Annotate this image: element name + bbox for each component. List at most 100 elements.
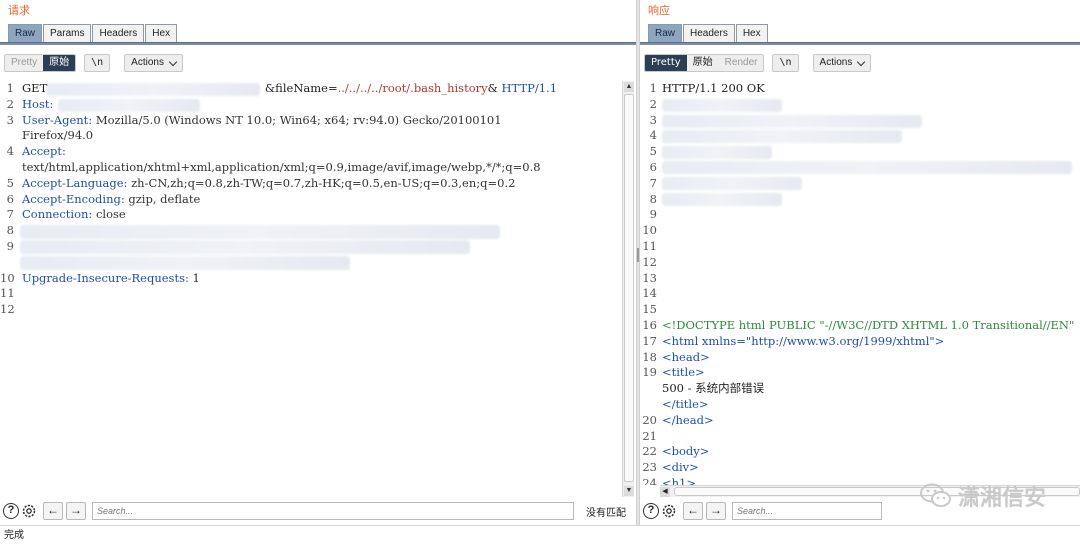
request-tab-headers[interactable]: Headers	[92, 24, 145, 43]
code-line: 5 Accept-Language: zh-CN,zh;q=0.8,zh-TW;q…	[0, 176, 622, 192]
code-token: Mozilla/5.0 (Windows NT 10.0; Win64; x64…	[92, 112, 502, 127]
burp-repeater-window: 请求 Raw Params Headers Hex Pretty 原始 \n A…	[0, 0, 1080, 545]
code-line: 1 HTTP/1.1 200 OK	[640, 81, 1080, 97]
code-text: GET &fileName=../../../../root/.bash_his…	[22, 81, 557, 97]
code-line: 11	[0, 286, 622, 302]
code-line: 6 Accept-Encoding: gzip, deflate	[0, 192, 622, 208]
code-text: <body>	[662, 444, 709, 460]
request-title: 请求	[8, 4, 30, 17]
help-icon[interactable]: ?	[3, 503, 19, 519]
code-token: GET	[22, 81, 51, 95]
code-token: &fileName=	[264, 81, 338, 95]
code-token: gzip, deflate	[124, 191, 201, 206]
code-line: 500 - 系统内部错误	[640, 381, 1080, 397]
code-text: <title>	[662, 365, 705, 381]
code-token: <h1>	[662, 475, 696, 485]
scroll-up-icon[interactable]: ▲	[624, 82, 634, 92]
gear-icon[interactable]	[21, 503, 37, 519]
scroll-left-icon[interactable]: ◀	[660, 487, 670, 497]
line-number: 1	[6, 81, 14, 95]
code-line: 10	[640, 223, 1080, 239]
code-line: 22 <body>	[640, 444, 1080, 460]
code-token: xmlns=	[701, 333, 746, 348]
code-token: >	[934, 333, 945, 348]
code-token: HTTP/1.1	[501, 81, 558, 95]
code-line: 2	[640, 97, 1080, 113]
line-number: 18	[642, 349, 657, 364]
code-line: </title>	[640, 397, 1080, 413]
code-line: Firefox/94.0	[0, 128, 622, 144]
code-line: 3 User-Agent: Mozilla/5.0 (Windows NT 10.…	[0, 113, 622, 129]
response-pretty-button[interactable]: Pretty	[645, 55, 687, 71]
request-tab-hex[interactable]: Hex	[145, 24, 178, 43]
line-number: 3	[649, 112, 657, 127]
code-line: 4	[640, 128, 1080, 144]
request-editor[interactable]: 1 GET &fileName=../../../../root/.bash_hi…	[0, 81, 622, 497]
code-token: "http://www.w3.org/1999/xhtml"	[745, 333, 935, 348]
line-number: 14	[642, 286, 657, 301]
line-number: 7	[649, 175, 657, 190]
response-tab-headers[interactable]: Headers	[683, 24, 735, 43]
code-text: text/html,application/xhtml+xml,applicat…	[22, 160, 541, 176]
line-number: 10	[0, 270, 15, 285]
code-line: 6	[640, 160, 1080, 176]
response-render-button[interactable]: Render	[718, 55, 764, 71]
request-scroll-thumb[interactable]	[624, 94, 634, 482]
request-raw-button[interactable]: 原始	[43, 55, 76, 71]
response-view-toggle: Pretty 原始 Render	[644, 54, 765, 72]
line-number: 5	[649, 144, 657, 159]
next-match-button[interactable]: →	[706, 502, 726, 520]
code-line: 9	[0, 239, 622, 255]
code-line: 9	[640, 207, 1080, 223]
gear-icon[interactable]	[661, 503, 677, 519]
code-token: Accept-Encoding:	[22, 191, 125, 206]
response-tab-hex[interactable]: Hex	[735, 24, 768, 43]
line-number: 6	[6, 191, 14, 206]
response-search-input[interactable]	[732, 502, 882, 520]
code-text: Upgrade-Insecure-Requests: 1	[22, 271, 200, 287]
splitter-grip-icon[interactable]	[637, 248, 639, 262]
code-line: 2 Host:	[0, 97, 622, 113]
code-token: </title>	[662, 396, 709, 411]
code-text: </head>	[662, 413, 714, 429]
chevron-down-icon	[857, 57, 866, 66]
scroll-down-icon[interactable]: ▼	[624, 486, 634, 496]
code-line: 15	[640, 302, 1080, 318]
request-tab-raw[interactable]: Raw	[8, 24, 43, 43]
request-view-toggle: Pretty 原始	[4, 54, 77, 72]
response-actions-button[interactable]: Actions	[812, 54, 872, 72]
line-number: 17	[642, 333, 657, 348]
response-title: 响应	[648, 4, 670, 17]
request-actions-button[interactable]: Actions	[124, 54, 183, 72]
help-icon[interactable]: ?	[643, 503, 659, 519]
request-search-input[interactable]	[92, 502, 574, 520]
previous-match-button[interactable]: ←	[683, 502, 703, 520]
request-newline-button[interactable]: \n	[84, 54, 111, 72]
code-line: 4 Accept:	[0, 144, 622, 160]
code-token: </head>	[662, 412, 714, 427]
code-token: 500 - 系统内部错误	[662, 381, 765, 396]
code-text: Accept-Encoding: gzip, deflate	[22, 192, 200, 208]
response-raw-button[interactable]: 原始	[686, 55, 719, 71]
response-toolbar: Pretty 原始 Render \n Actions	[644, 54, 872, 72]
line-number: 3	[6, 112, 14, 127]
code-line: 17 <html xmlns="http://www.w3.org/1999/xh…	[640, 334, 1080, 350]
request-vertical-scrollbar[interactable]: ▲ ▼	[622, 81, 634, 497]
line-number: 4	[6, 144, 14, 159]
response-editor[interactable]: 1 HTTP/1.1 200 OK 2 3 4 5 6 7 8 9 10 11 12 13 14 15 16 <!…	[640, 81, 1080, 485]
line-number: 19	[642, 365, 657, 380]
next-match-button[interactable]: →	[66, 502, 86, 520]
line-number: 16	[642, 317, 657, 332]
code-token: <body>	[662, 444, 710, 459]
response-tab-raw[interactable]: Raw	[648, 24, 683, 43]
request-actions-label: Actions	[131, 57, 164, 68]
previous-match-button[interactable]: ←	[43, 502, 63, 520]
code-line: 8	[640, 192, 1080, 208]
code-token: 1	[188, 270, 200, 285]
code-line: 7	[640, 176, 1080, 192]
request-pretty-button[interactable]: Pretty	[5, 55, 44, 71]
request-bottom-bar: ? ← → 没有匹配	[0, 500, 636, 522]
response-newline-button[interactable]: \n	[772, 54, 799, 72]
code-text: Host:	[22, 97, 53, 113]
request-tab-params[interactable]: Params	[43, 24, 92, 43]
